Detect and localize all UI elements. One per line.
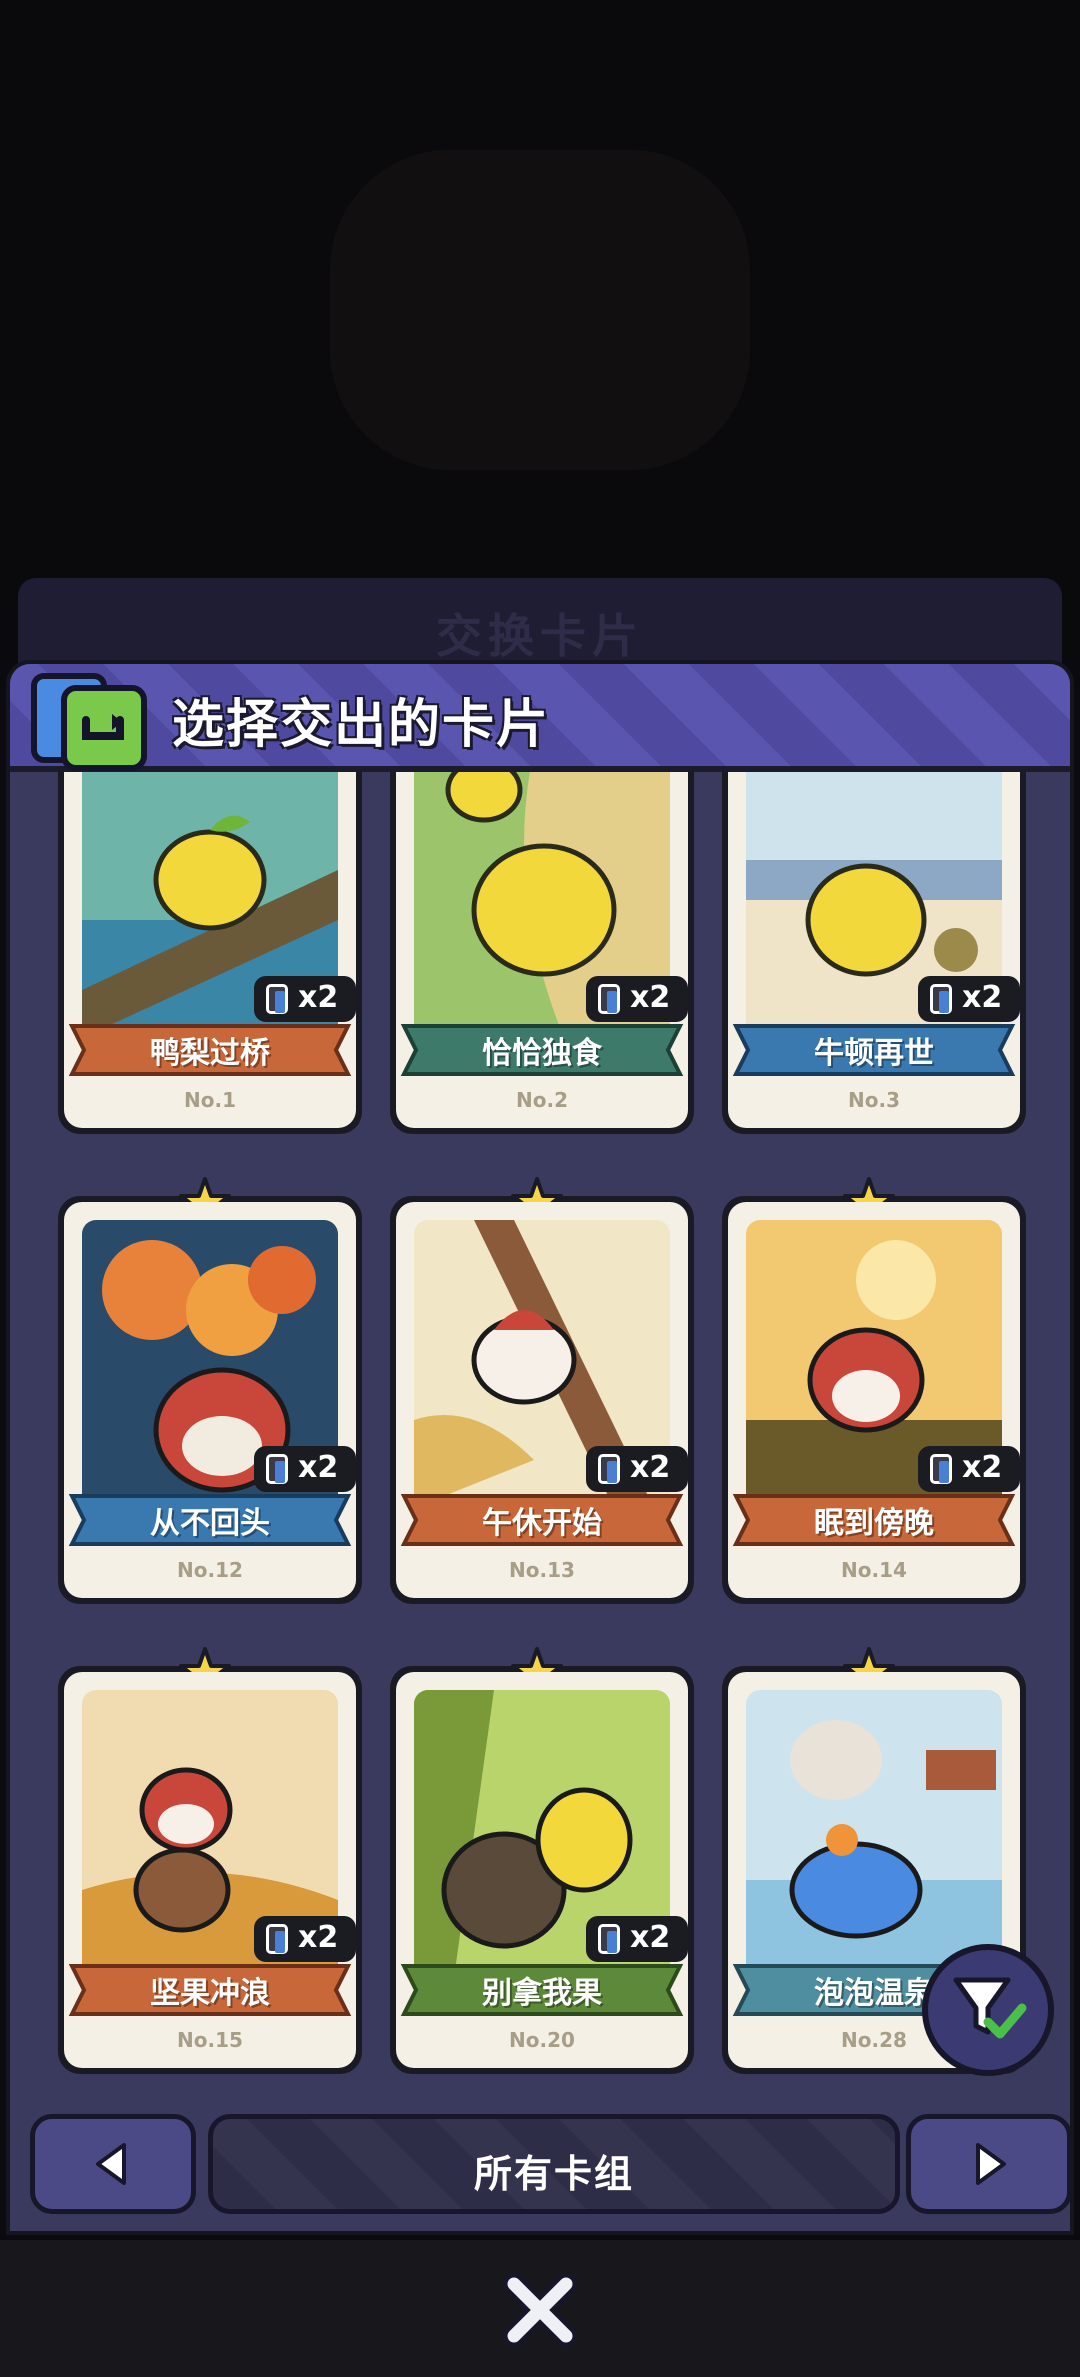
card-number: No.14 [841, 1558, 907, 1582]
card-count: x2 [630, 980, 671, 1015]
card-number: No.13 [509, 1558, 575, 1582]
card-stack-icon [930, 1454, 952, 1484]
card-count: x2 [630, 1920, 671, 1955]
card-ribbon: 牛顿再世 [730, 1014, 1018, 1084]
background-artwork [330, 150, 750, 470]
card-face: x2 鸭梨过桥 No.1 [64, 772, 356, 1128]
card-count: x2 [298, 1920, 339, 1955]
card-ribbon: 午休开始 [398, 1484, 686, 1554]
card-artwork [746, 1690, 1002, 1978]
card-item[interactable]: x2 鸭梨过桥 No.1 [58, 772, 362, 1134]
card-name: 鸭梨过桥 [150, 1036, 270, 1071]
card-number: No.12 [177, 1558, 243, 1582]
filter-button[interactable] [922, 1944, 1054, 2076]
close-icon [503, 2273, 577, 2347]
card-ribbon: 从不回头 [66, 1484, 354, 1554]
card-ribbon: 别拿我果 [398, 1954, 686, 2024]
arrow-left-icon [96, 2143, 126, 2185]
card-select-panel: 选择交出的卡片 x2 鸭梨过桥 No.1 x2 恰恰独食 No.2 x2 牛顿再… [6, 660, 1074, 2235]
card-name: 牛顿再世 [814, 1036, 934, 1071]
card-number: No.15 [177, 2028, 243, 2052]
card-face: x2 坚果冲浪 No.15 [64, 1672, 356, 2068]
card-item[interactable]: x2 别拿我果 No.20 [390, 1647, 694, 2074]
card-face: x2 眠到傍晚 No.14 [728, 1202, 1020, 1598]
card-item[interactable]: x2 牛顿再世 No.3 [722, 772, 1026, 1134]
deck-selector-label: 所有卡组 [473, 2152, 634, 2196]
background-title: 交换卡片 [436, 609, 644, 663]
card-count: x2 [630, 1450, 671, 1485]
close-button[interactable] [498, 2268, 582, 2352]
card-number: No.20 [509, 2028, 575, 2052]
card-stack-icon [930, 984, 952, 1014]
arrow-right-icon [976, 2143, 1006, 2185]
card-face: x2 恰恰独食 No.2 [396, 772, 688, 1128]
panel-title: 选择交出的卡片 [172, 695, 551, 755]
card-name: 从不回头 [150, 1506, 270, 1541]
card-item[interactable]: x2 恰恰独食 No.2 [390, 772, 694, 1134]
prev-page-button[interactable] [30, 2114, 196, 2214]
card-ribbon: 鸭梨过桥 [66, 1014, 354, 1084]
card-face: x2 从不回头 No.12 [64, 1202, 356, 1598]
card-name: 午休开始 [482, 1506, 602, 1541]
card-stack-icon [598, 1454, 620, 1484]
swap-cards-icon [24, 670, 160, 774]
dimmed-background: 交换卡片 [0, 0, 1080, 668]
card-item[interactable]: x2 坚果冲浪 No.15 [58, 1647, 362, 2074]
card-count: x2 [962, 980, 1003, 1015]
card-number: No.1 [184, 1088, 236, 1112]
card-item[interactable]: x2 眠到傍晚 No.14 [722, 1177, 1026, 1604]
card-count: x2 [298, 980, 339, 1015]
card-stack-icon [598, 1924, 620, 1954]
deck-selector[interactable]: 所有卡组 [208, 2114, 900, 2214]
card-grid: x2 鸭梨过桥 No.1 x2 恰恰独食 No.2 x2 牛顿再世 No.3 x… [10, 772, 1070, 2122]
card-count: x2 [962, 1450, 1003, 1485]
card-name: 眠到傍晚 [814, 1506, 934, 1541]
card-ribbon: 坚果冲浪 [66, 1954, 354, 2024]
card-face: x2 牛顿再世 No.3 [728, 772, 1020, 1128]
card-ribbon: 眠到傍晚 [730, 1484, 1018, 1554]
card-number: No.3 [848, 1088, 900, 1112]
filter-check-icon [953, 1977, 1027, 2039]
card-name: 别拿我果 [482, 1976, 602, 2011]
next-page-button[interactable] [906, 2114, 1070, 2214]
card-count: x2 [298, 1450, 339, 1485]
card-item[interactable]: x2 从不回头 No.12 [58, 1177, 362, 1604]
card-face: x2 别拿我果 No.20 [396, 1672, 688, 2068]
card-stack-icon [266, 984, 288, 1014]
panel-header: 选择交出的卡片 [10, 664, 1070, 772]
card-stack-icon [266, 1454, 288, 1484]
card-name: 坚果冲浪 [150, 1976, 270, 2011]
card-ribbon: 恰恰独食 [398, 1014, 686, 1084]
card-face: x2 午休开始 No.13 [396, 1202, 688, 1598]
card-name: 恰恰独食 [482, 1036, 602, 1071]
card-item[interactable]: x2 午休开始 No.13 [390, 1177, 694, 1604]
card-number: No.2 [516, 1088, 568, 1112]
card-stack-icon [266, 1924, 288, 1954]
card-stack-icon [598, 984, 620, 1014]
